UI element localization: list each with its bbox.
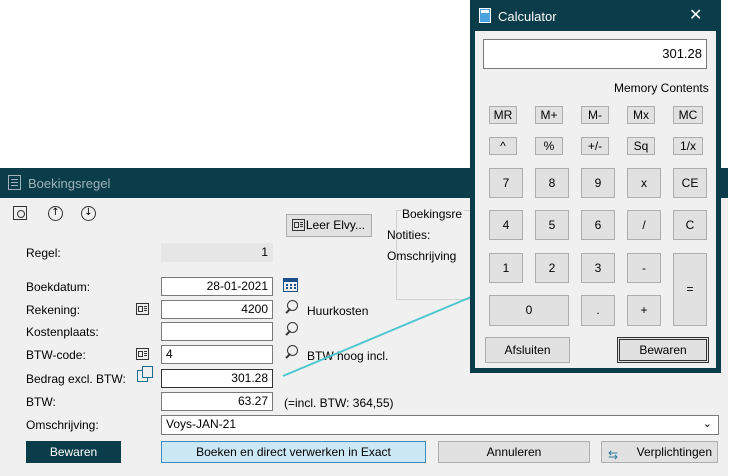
digit-8-button[interactable]: 8 (535, 168, 569, 198)
m-plus-button[interactable]: M+ (535, 106, 563, 124)
afsluiten-button[interactable]: Afsluiten (485, 337, 570, 363)
calculator-app-icon (479, 8, 491, 23)
digit-0-button[interactable]: 0 (489, 295, 569, 326)
minus-button[interactable]: - (627, 253, 661, 283)
mx-button[interactable]: Mx (627, 106, 655, 124)
digit-4-button[interactable]: 4 (489, 210, 523, 240)
reciprocal-button[interactable]: 1/x (673, 137, 703, 155)
decimal-button[interactable]: . (581, 295, 615, 326)
digit-1-button[interactable]: 1 (489, 253, 523, 283)
calculator-titlebar[interactable]: Calculator ✕ (470, 0, 721, 31)
percent-button[interactable]: % (535, 137, 563, 155)
clear-entry-button[interactable]: CE (673, 168, 707, 198)
calculator-bewaren-button[interactable]: Bewaren (617, 337, 709, 363)
digit-6-button[interactable]: 6 (581, 210, 615, 240)
calculator-window: Calculator ✕ 301.28 Memory Contents MR M… (470, 0, 721, 373)
square-button[interactable]: Sq (627, 137, 655, 155)
equals-button[interactable]: = (673, 253, 707, 326)
digit-3-button[interactable]: 3 (581, 253, 615, 283)
mc-button[interactable]: MC (673, 106, 703, 124)
plus-minus-button[interactable]: +/- (581, 137, 609, 155)
mr-button[interactable]: MR (489, 106, 517, 124)
calculator-body: 301.28 Memory Contents MR M+ M- Mx MC ^ … (475, 31, 716, 368)
multiply-button[interactable]: x (627, 168, 661, 198)
m-minus-button[interactable]: M- (581, 106, 609, 124)
digit-2-button[interactable]: 2 (535, 253, 569, 283)
calculator-title: Calculator (498, 9, 557, 24)
digit-7-button[interactable]: 7 (489, 168, 523, 198)
calculator-display[interactable]: 301.28 (483, 39, 707, 69)
close-icon[interactable]: ✕ (689, 5, 702, 25)
power-button[interactable]: ^ (489, 137, 517, 155)
divide-button[interactable]: / (627, 210, 661, 240)
digit-5-button[interactable]: 5 (535, 210, 569, 240)
clear-button[interactable]: C (673, 210, 707, 240)
plus-button[interactable]: + (627, 295, 661, 326)
memory-contents-label: Memory Contents (614, 81, 709, 95)
digit-9-button[interactable]: 9 (581, 168, 615, 198)
